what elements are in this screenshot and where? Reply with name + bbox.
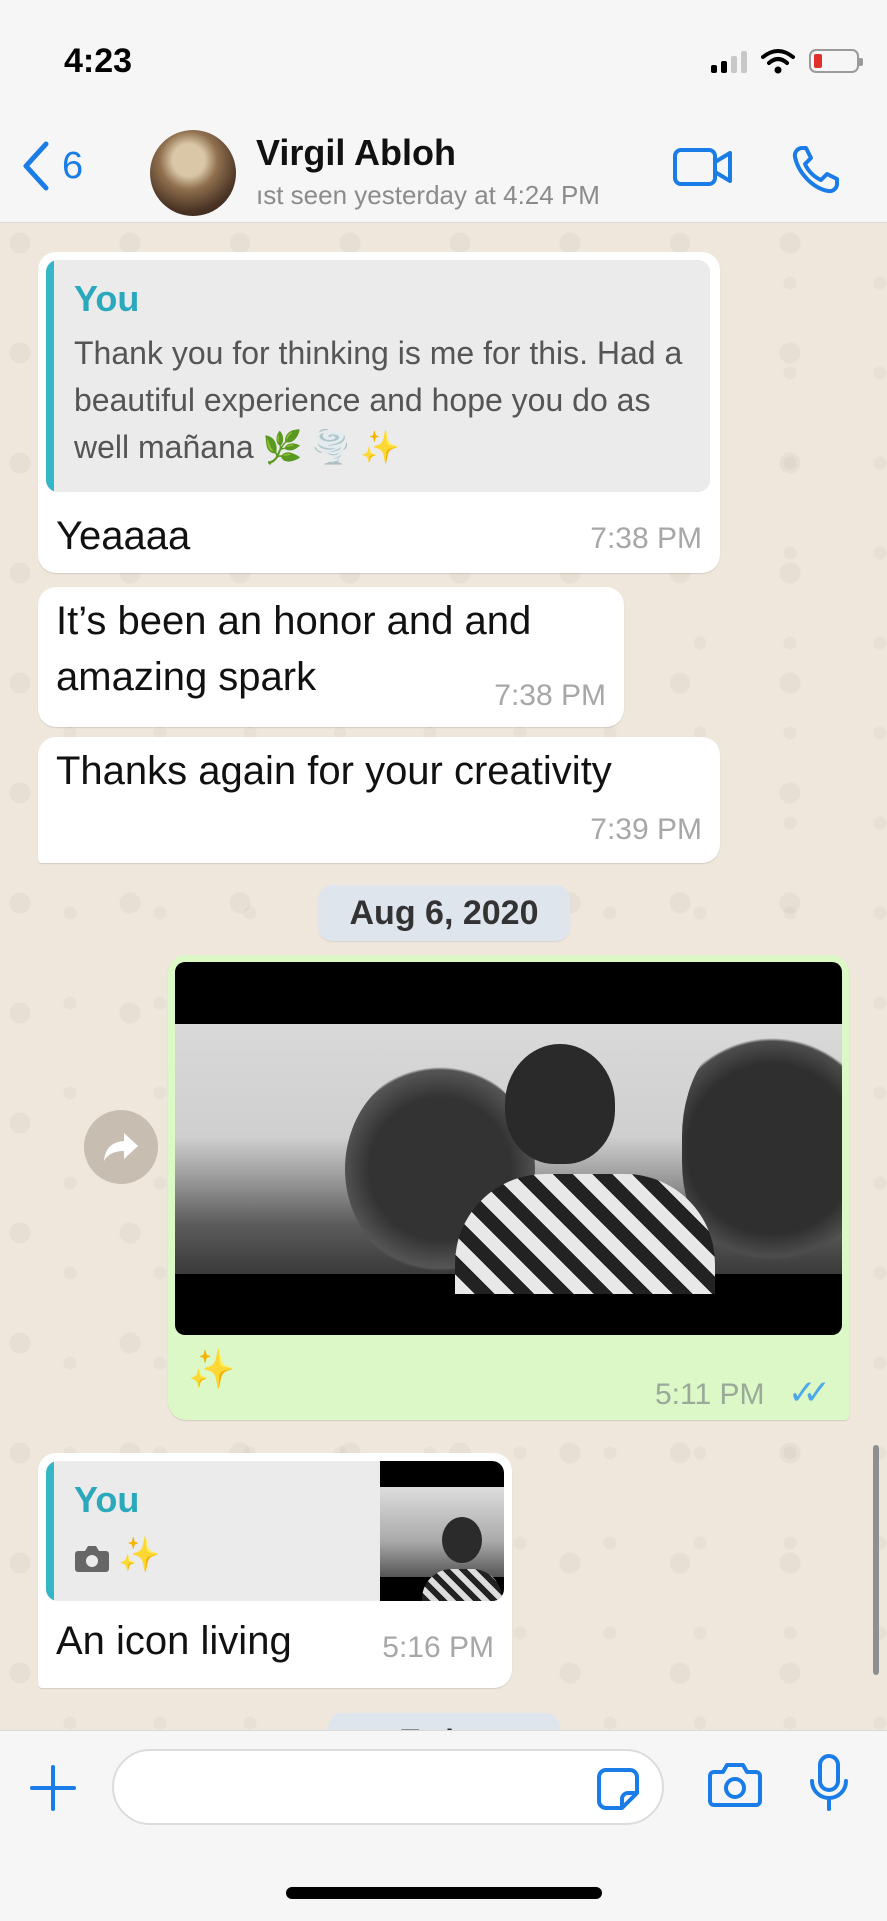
message-input[interactable] bbox=[112, 1749, 664, 1825]
input-bar bbox=[0, 1730, 887, 1921]
unread-count: 6 bbox=[62, 144, 84, 187]
read-receipt-icon: ✓✓ bbox=[788, 1374, 831, 1412]
message-text: An icon living bbox=[56, 1619, 292, 1663]
microphone-icon bbox=[810, 1754, 848, 1811]
status-time: 4:23 bbox=[64, 42, 133, 80]
forward-icon bbox=[104, 1133, 138, 1161]
message-caption: ✨ bbox=[188, 1349, 236, 1391]
incoming-message[interactable]: You ✨ An icon living 5:16 PM bbox=[38, 1453, 512, 1688]
video-call-icon bbox=[673, 148, 732, 186]
message-time: 7:38 PM bbox=[590, 522, 702, 555]
incoming-message[interactable]: You Thank you for thinking is me for thi… bbox=[38, 252, 720, 573]
message-time: 7:39 PM bbox=[590, 813, 702, 846]
home-indicator[interactable] bbox=[286, 1887, 602, 1899]
contact-name: Virgil Abloh bbox=[256, 132, 457, 173]
video-thumbnail[interactable] bbox=[175, 962, 842, 1335]
last-seen-status: ıst seen yesterday at 4:24 PM bbox=[256, 180, 600, 210]
date-chip-today: Today bbox=[328, 1713, 560, 1730]
wifi-icon bbox=[761, 49, 795, 74]
avatar[interactable] bbox=[150, 130, 236, 216]
chat-header: 6 Virgil Abloh ıst seen yesterday at 4:2… bbox=[0, 120, 887, 223]
date-chip: Aug 6, 2020 bbox=[318, 885, 570, 941]
video-call-button[interactable] bbox=[672, 144, 734, 195]
attach-button[interactable] bbox=[28, 1763, 78, 1818]
contact-info[interactable]: Virgil Abloh ıst seen yesterday at 4:24 … bbox=[256, 132, 600, 211]
quote-bar bbox=[46, 1461, 54, 1601]
camera-icon bbox=[708, 1763, 762, 1807]
camera-button[interactable] bbox=[708, 1761, 762, 1812]
chat-area[interactable]: You Thank you for thinking is me for thi… bbox=[0, 223, 887, 1730]
sticker-button[interactable] bbox=[596, 1767, 640, 1816]
sticker-icon bbox=[597, 1768, 639, 1810]
incoming-message[interactable]: Thanks again for your creativity 7:39 PM bbox=[38, 737, 720, 863]
message-time: 7:38 PM bbox=[494, 679, 606, 712]
status-bar: 4:23 bbox=[0, 0, 887, 120]
message-time: 5:16 PM bbox=[382, 1631, 494, 1664]
message-time: 5:11 PM bbox=[655, 1378, 765, 1411]
back-chevron-icon bbox=[23, 141, 49, 191]
battery-icon bbox=[809, 49, 863, 73]
plus-icon bbox=[30, 1765, 76, 1811]
camera-icon bbox=[75, 1546, 109, 1572]
quote-bar bbox=[46, 260, 54, 492]
status-icons bbox=[711, 48, 863, 74]
quote-caption: ✨ bbox=[118, 1536, 161, 1574]
incoming-message[interactable]: It’s been an honor and and amazing spark… bbox=[38, 587, 624, 727]
message-text: Thanks again for your creativity bbox=[56, 749, 612, 793]
quote-author: You bbox=[74, 1479, 140, 1520]
forward-button[interactable] bbox=[84, 1110, 158, 1184]
phone-call-button[interactable] bbox=[790, 144, 842, 201]
message-text: Yeaaaa bbox=[56, 514, 191, 558]
quoted-thumbnail bbox=[380, 1461, 504, 1601]
microphone-button[interactable] bbox=[808, 1753, 850, 1818]
cellular-signal-icon bbox=[711, 49, 747, 73]
scrollbar[interactable] bbox=[873, 1445, 879, 1675]
quoted-media[interactable]: You ✨ bbox=[46, 1461, 504, 1601]
quoted-message[interactable]: You Thank you for thinking is me for thi… bbox=[46, 260, 710, 492]
quote-author: You bbox=[74, 278, 140, 319]
quote-text: Thank you for thinking is me for this. H… bbox=[74, 335, 683, 465]
back-button[interactable]: 6 bbox=[20, 140, 83, 192]
phone-icon bbox=[792, 146, 839, 194]
